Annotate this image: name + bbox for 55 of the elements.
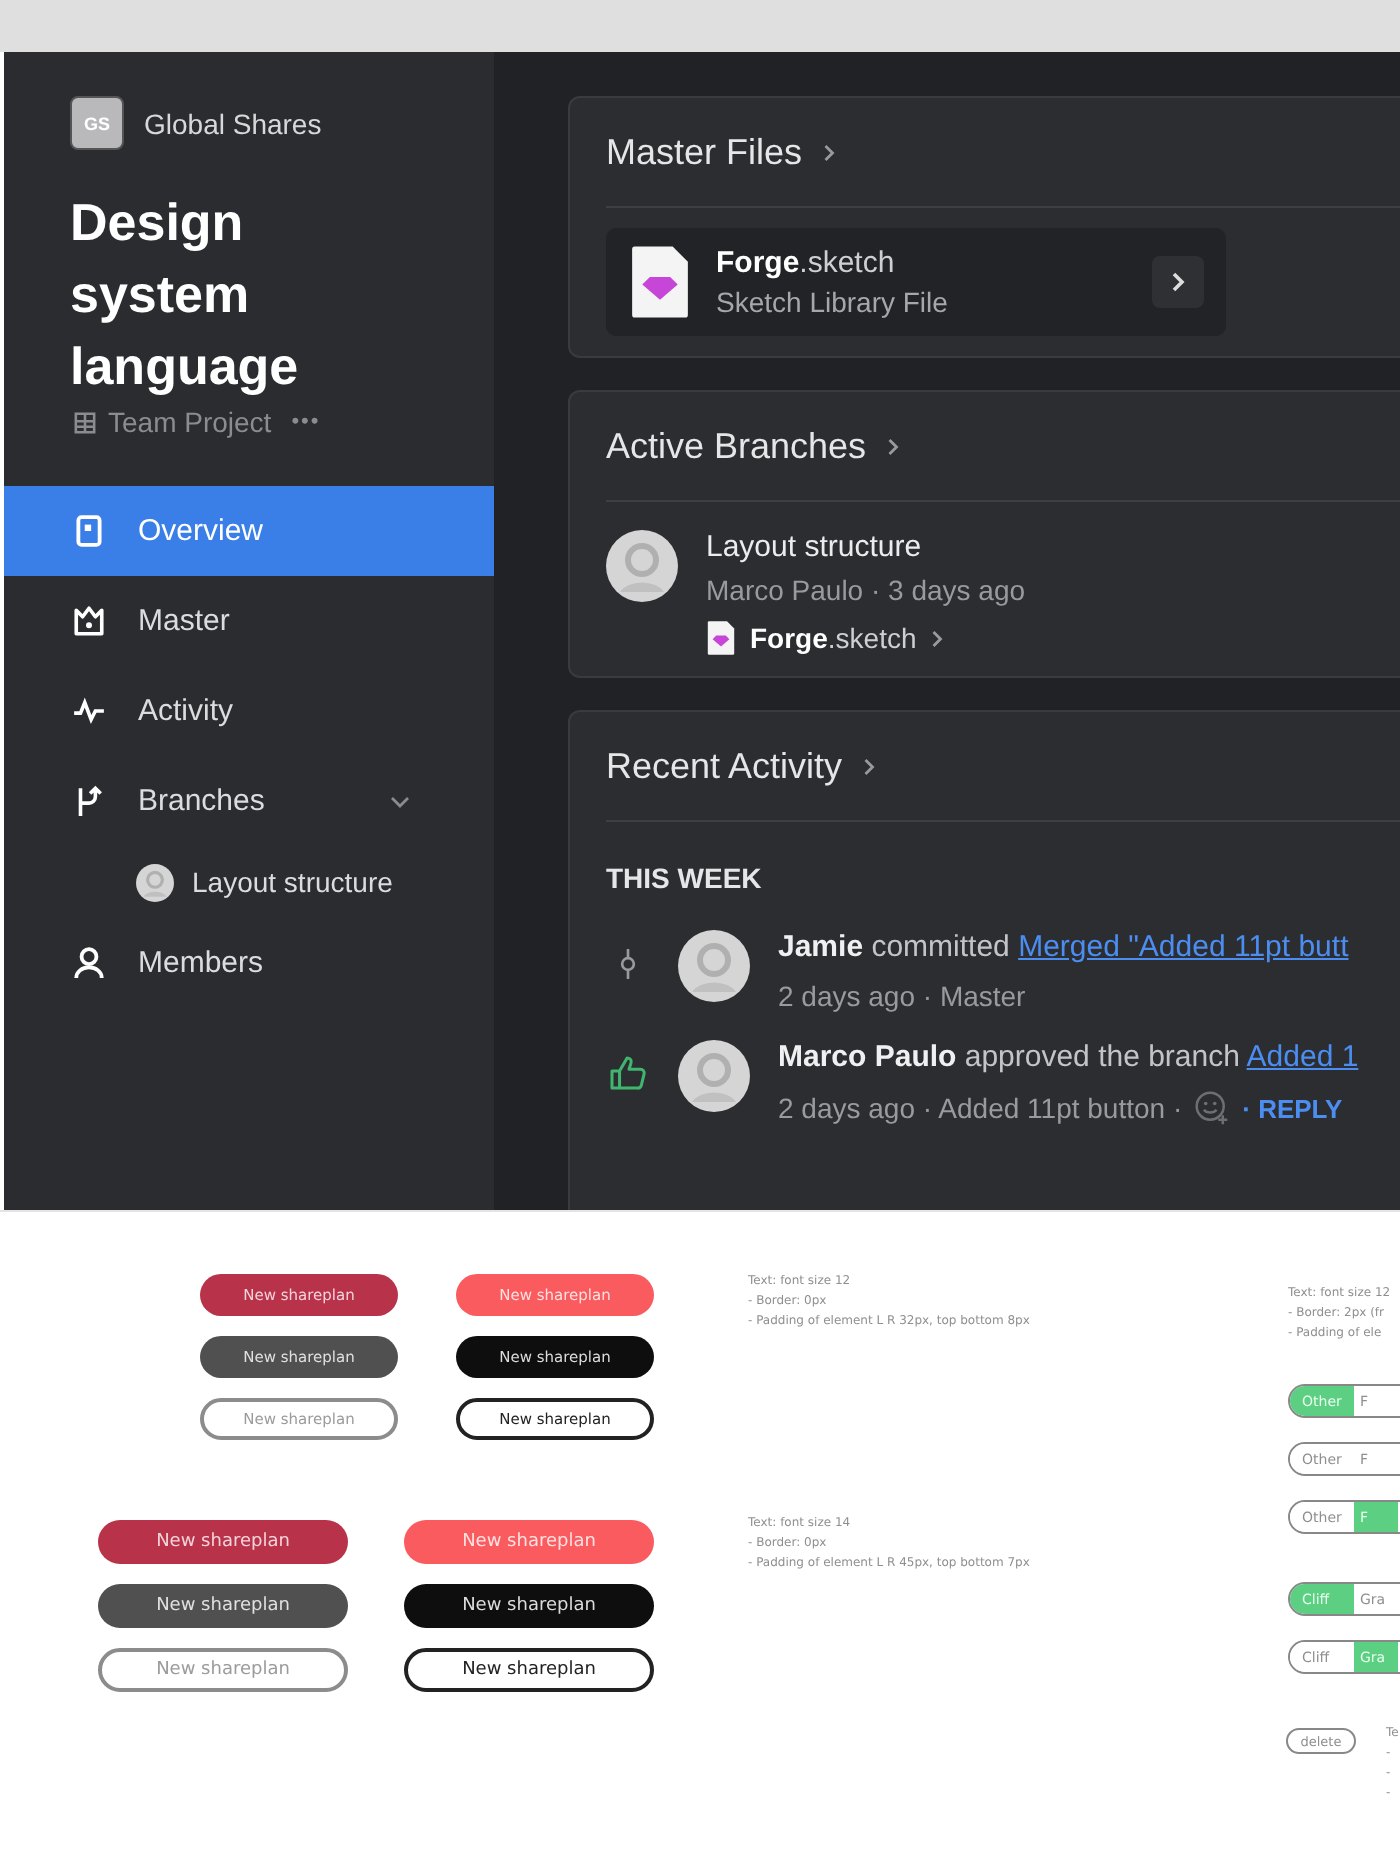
shareplan-button[interactable]: New shareplan — [98, 1584, 348, 1628]
file-row[interactable]: Forge.sketch Sketch Library File — [606, 228, 1226, 336]
section-title[interactable]: Active Branches — [606, 425, 867, 467]
chevron-icon — [930, 627, 945, 649]
shareplan-button[interactable]: New shareplan — [404, 1520, 654, 1564]
avatar-icon — [136, 863, 174, 901]
thumbs-up-icon — [609, 1056, 647, 1090]
org-name: Global Shares — [144, 107, 322, 139]
activity-text: Jamie committed Merged "Added 11pt butt — [778, 930, 1349, 964]
shareplan-button[interactable]: New shareplan — [98, 1648, 348, 1692]
document-icon — [72, 514, 106, 548]
section-title[interactable]: Recent Activity — [606, 745, 843, 787]
file-name: Forge.sketch — [716, 246, 897, 280]
more-button[interactable]: ••• — [291, 410, 321, 434]
pulse-icon — [72, 694, 106, 728]
shareplan-button[interactable]: New shareplan — [404, 1584, 654, 1628]
crown-icon — [72, 604, 106, 638]
chevron-icon — [886, 435, 901, 457]
avatar-icon — [678, 930, 750, 1002]
building-icon — [74, 411, 96, 433]
section-title[interactable]: Master Files — [606, 131, 803, 173]
chevron-icon — [862, 755, 877, 777]
person-icon — [72, 946, 106, 980]
nav-item[interactable]: Activity — [4, 666, 494, 756]
project-type: Team Project — [108, 406, 272, 438]
reply-link[interactable]: · REPLY — [1242, 1093, 1343, 1123]
chevron-icon — [822, 141, 837, 163]
caret-icon[interactable] — [390, 795, 410, 807]
activity-meta: 2 days ago · Master — [778, 980, 1026, 1012]
nav-item[interactable]: Master — [4, 576, 494, 666]
avatar-icon — [678, 1040, 750, 1112]
activity-text: Marco Paulo approved the branch Added 1 — [778, 1040, 1359, 1074]
nav-item[interactable]: Branches — [4, 756, 494, 846]
group-heading: THIS WEEK — [606, 862, 764, 894]
nav-item[interactable]: Overview — [4, 486, 494, 576]
sketch-file-icon — [628, 244, 692, 320]
sketch-file-icon — [706, 620, 736, 656]
activity-link[interactable]: Added 1 — [1246, 1040, 1359, 1074]
file-link[interactable]: Forge.sketch — [750, 622, 917, 654]
activity-meta: 2 days ago · Added 11pt button · — [778, 1092, 1183, 1124]
shareplan-button[interactable]: New shareplan — [98, 1520, 348, 1564]
chevron-icon — [1170, 270, 1186, 294]
commit-icon — [618, 946, 638, 982]
nav-item[interactable]: Members — [4, 918, 494, 1008]
branch-name[interactable]: Layout structure — [706, 530, 1026, 564]
branch-meta: Marco Paulo · 3 days ago — [706, 574, 1026, 606]
org-avatar: GS — [70, 96, 124, 150]
shareplan-button[interactable]: New shareplan — [404, 1648, 654, 1692]
open-button[interactable] — [1152, 256, 1204, 308]
avatar-icon — [606, 530, 678, 602]
project-title: Design system language — [70, 190, 301, 400]
add-reaction-icon[interactable] — [1194, 1090, 1231, 1126]
branch-item[interactable]: Layout structure — [4, 846, 494, 918]
file-type: Sketch Library File — [716, 286, 950, 318]
activity-link[interactable]: Merged "Added 11pt butt — [1018, 930, 1349, 964]
